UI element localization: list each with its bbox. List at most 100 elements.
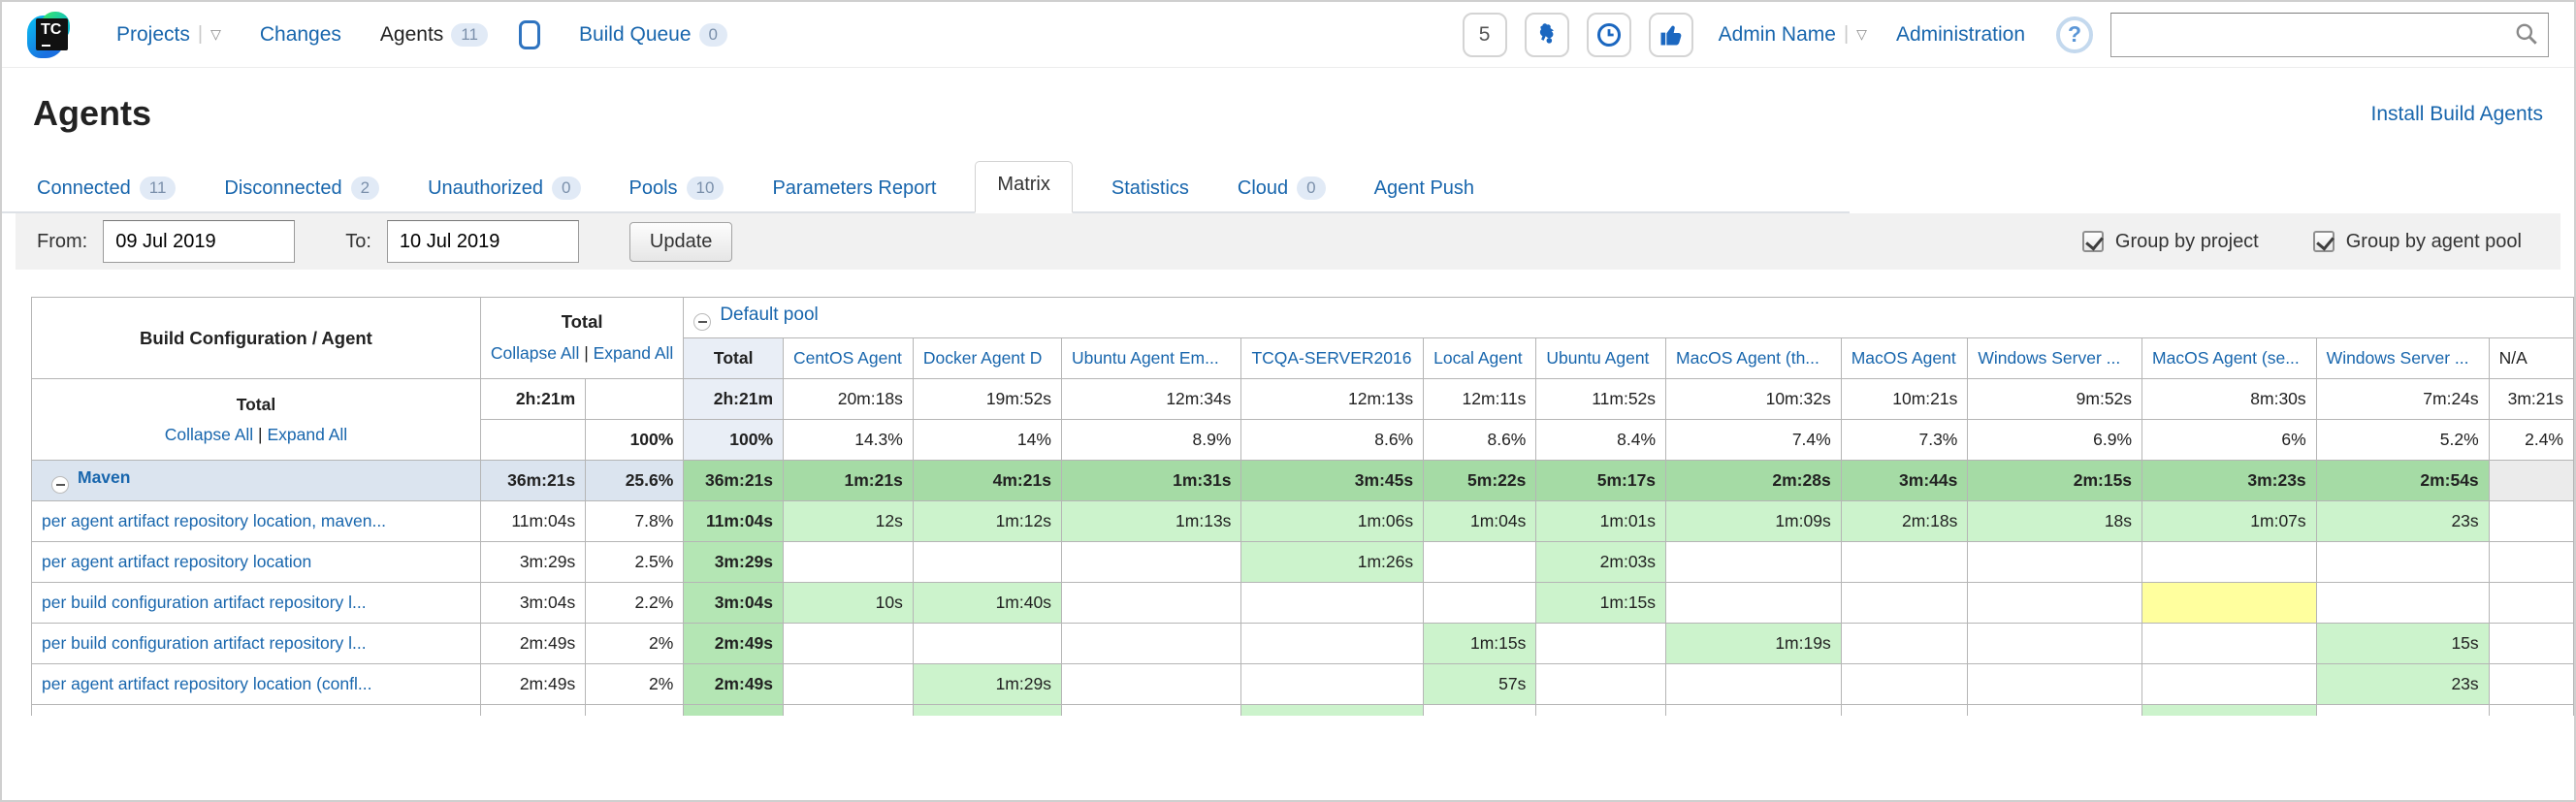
agent-link[interactable]: MacOS Agent bbox=[1852, 348, 1956, 368]
agent-link[interactable]: Ubuntu Agent bbox=[1546, 348, 1649, 368]
config-name-link[interactable]: per agent artifact repository location bbox=[42, 552, 311, 571]
tab-unauthorized[interactable]: Unauthorized0 bbox=[418, 165, 590, 213]
agent-total-time-cell: 10m:32s bbox=[1666, 379, 1842, 420]
checkbox-box[interactable] bbox=[2082, 231, 2104, 252]
tab-pools[interactable]: Pools10 bbox=[620, 165, 734, 213]
config-name-cell: per agent artifact repository location (… bbox=[32, 664, 481, 705]
agent-value-cell: 3m:45s bbox=[1241, 461, 1424, 501]
checkbox-box[interactable] bbox=[2313, 231, 2334, 252]
page-header: Agents Install Build Agents bbox=[2, 68, 2574, 134]
divider: | bbox=[198, 23, 203, 46]
tab-count-badge: 0 bbox=[1297, 176, 1325, 200]
search-input[interactable] bbox=[2110, 13, 2549, 57]
agent-column-header: Docker Agent D bbox=[913, 338, 1061, 379]
pool-total-percent-cell: 100% bbox=[684, 420, 784, 461]
config-name-link[interactable]: per agent artifact repository location (… bbox=[42, 674, 371, 693]
agent-link[interactable]: Windows Server ... bbox=[2327, 348, 2469, 368]
nav-changes-label[interactable]: Changes bbox=[260, 23, 341, 47]
collapse-toggle-icon[interactable] bbox=[693, 313, 711, 331]
agent-link[interactable]: MacOS Agent (se... bbox=[2152, 348, 2300, 368]
agent-matrix-table: Build Configuration / AgentTotalCollapse… bbox=[31, 297, 2574, 716]
expand-all-link[interactable]: Expand All bbox=[594, 343, 674, 363]
tab-disconnected[interactable]: Disconnected2 bbox=[214, 165, 389, 213]
build-configuration-row: per agent artifact repository location3m… bbox=[32, 542, 2574, 583]
user-name-label[interactable]: Admin Name bbox=[1719, 23, 1836, 47]
to-date-input[interactable] bbox=[387, 220, 579, 263]
config-name-link[interactable]: per agent artifact repository location, … bbox=[42, 511, 386, 530]
matrix-filter-bar: From: To: Update Group by projectGroup b… bbox=[16, 213, 2560, 270]
agent-link[interactable]: CentOS Agent bbox=[793, 348, 902, 368]
matrix-table-container: Build Configuration / AgentTotalCollapse… bbox=[31, 297, 2574, 716]
agent-percent-cell: 6.9% bbox=[1968, 420, 2142, 461]
agent-value-cell: 57s bbox=[1424, 664, 1536, 705]
agent-value-cell bbox=[2142, 664, 2317, 705]
agent-value-cell bbox=[1061, 542, 1240, 583]
agent-link[interactable]: TCQA-SERVER2016 bbox=[1251, 348, 1411, 368]
chevron-down-icon[interactable]: ▽ bbox=[1856, 26, 1867, 43]
agent-value-cell bbox=[1061, 583, 1240, 624]
corner-header: Build Configuration / Agent bbox=[32, 298, 481, 379]
collapse-all-link[interactable]: Collapse All bbox=[491, 343, 579, 363]
row-total-time-cell: 2m:49s bbox=[480, 664, 585, 705]
nav-build-queue-label[interactable]: Build Queue bbox=[579, 23, 692, 47]
likes-button[interactable] bbox=[1649, 13, 1693, 57]
agent-percent-cell: 8.9% bbox=[1061, 420, 1240, 461]
user-menu[interactable]: Admin Name | ▽ bbox=[1719, 23, 1867, 47]
agent-total-time-cell: 12m:11s bbox=[1424, 379, 1536, 420]
agent-link[interactable]: Ubuntu Agent Em... bbox=[1072, 348, 1219, 368]
tab-agent-push[interactable]: Agent Push bbox=[1365, 166, 1484, 213]
search-icon[interactable] bbox=[2514, 21, 2539, 47]
checkbox-group-by-project[interactable]: Group by project bbox=[2082, 231, 2259, 253]
build-time-clock-button[interactable] bbox=[1587, 13, 1631, 57]
nav-build-queue[interactable]: Build Queue 0 bbox=[579, 23, 727, 47]
from-date-input[interactable] bbox=[103, 220, 295, 263]
agent-link[interactable]: MacOS Agent (th... bbox=[1676, 348, 1819, 368]
collapse-toggle-icon[interactable] bbox=[51, 476, 69, 494]
help-icon[interactable]: ? bbox=[2056, 16, 2093, 53]
chevron-down-icon[interactable]: ▽ bbox=[210, 26, 221, 43]
tab-connected[interactable]: Connected11 bbox=[27, 165, 185, 213]
agent-value-cell bbox=[2142, 624, 2317, 664]
teamcity-logo-icon[interactable]: TC bbox=[27, 12, 74, 58]
tab-parameters-report[interactable]: Parameters Report bbox=[762, 166, 946, 213]
search-box bbox=[2110, 13, 2549, 57]
agent-link[interactable]: Windows Server ... bbox=[1978, 348, 2120, 368]
agent-column-header: Local Agent bbox=[1424, 338, 1536, 379]
agent-total-time-cell: 9m:52s bbox=[1968, 379, 2142, 420]
group-name-link[interactable]: Maven bbox=[78, 467, 130, 487]
pool-total-time-cell: 2h:21m bbox=[684, 379, 784, 420]
agent-column-label: Total bbox=[714, 348, 754, 368]
nav-agents[interactable]: Agents 11 bbox=[380, 20, 540, 49]
tab-count-badge: 0 bbox=[552, 176, 580, 200]
update-button[interactable]: Update bbox=[629, 222, 733, 262]
total-row-label-cell: TotalCollapse All | Expand All bbox=[32, 379, 481, 461]
investigations-rooster-button[interactable] bbox=[1525, 13, 1569, 57]
nav-changes[interactable]: Changes bbox=[260, 23, 341, 47]
expand-all-link[interactable]: Expand All bbox=[267, 425, 347, 444]
nav-agents-label[interactable]: Agents bbox=[380, 23, 443, 47]
tab-statistics[interactable]: Statistics bbox=[1102, 166, 1199, 213]
collapse-all-link[interactable]: Collapse All bbox=[165, 425, 253, 444]
project-group-row: Maven36m:21s25.6%36m:21s1m:21s4m:21s1m:3… bbox=[32, 461, 2574, 501]
agent-link[interactable]: Docker Agent D bbox=[923, 348, 1043, 368]
agent-column-header: Windows Server ... bbox=[2316, 338, 2489, 379]
agent-value-cell bbox=[1841, 542, 1968, 583]
favorite-projects-count-button[interactable]: 5 bbox=[1463, 13, 1507, 57]
nav-projects-label[interactable]: Projects bbox=[116, 23, 190, 47]
agent-link[interactable]: Local Agent bbox=[1433, 348, 1522, 368]
tab-matrix[interactable]: Matrix bbox=[975, 161, 1072, 213]
tab-cloud[interactable]: Cloud0 bbox=[1228, 165, 1336, 213]
install-build-agents-link[interactable]: Install Build Agents bbox=[2371, 103, 2543, 126]
nav-administration[interactable]: Administration bbox=[1896, 23, 2025, 47]
config-name-link[interactable]: per build configuration artifact reposit… bbox=[42, 633, 367, 653]
pool-total-column-header: Total bbox=[684, 338, 784, 379]
divider: | bbox=[1844, 23, 1849, 46]
config-name-link[interactable]: per build configuration artifact reposit… bbox=[42, 593, 367, 612]
agent-value-cell: 2m:03s bbox=[1536, 542, 1666, 583]
checkbox-group-by-agent-pool[interactable]: Group by agent pool bbox=[2313, 231, 2522, 253]
agent-value-cell: 2m:54s bbox=[2316, 461, 2489, 501]
nav-projects[interactable]: Projects | ▽ bbox=[116, 23, 221, 47]
agent-total-time-cell: 8m:30s bbox=[2142, 379, 2317, 420]
build-queue-count-badge: 0 bbox=[699, 23, 727, 47]
pool-name-link[interactable]: Default pool bbox=[720, 305, 818, 325]
